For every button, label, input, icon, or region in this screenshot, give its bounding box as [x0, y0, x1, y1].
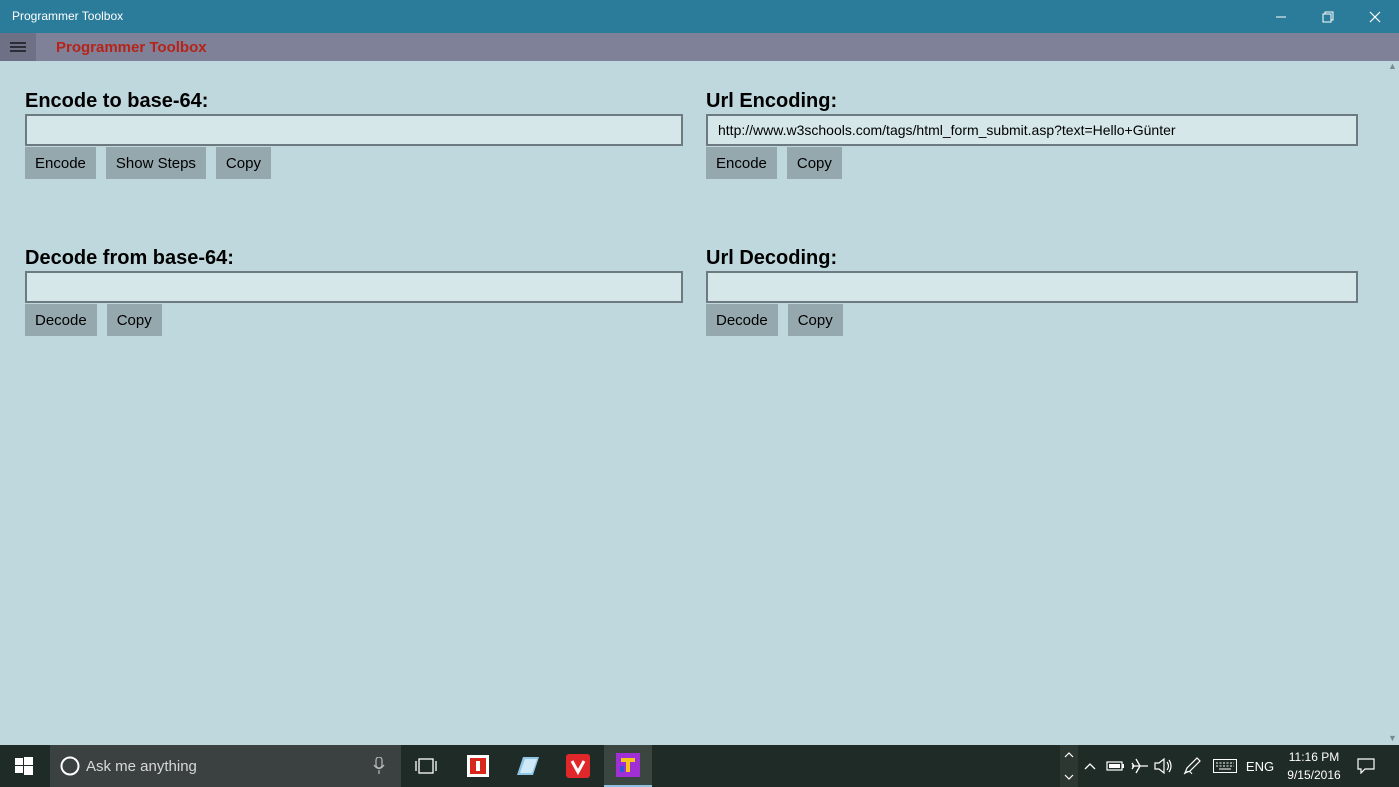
hamburger-menu-button[interactable] [0, 33, 36, 61]
url-encoding-copy-button[interactable]: Copy [786, 147, 842, 179]
encode-base64-input[interactable] [25, 114, 683, 146]
battery-icon [1106, 761, 1124, 771]
pen-tray[interactable] [1180, 745, 1204, 787]
main-content: Encode to base-64: Encode Show Steps Cop… [0, 61, 1386, 745]
app-title: Programmer Toolbox [56, 39, 207, 56]
scroll-down-icon[interactable]: ▼ [1388, 733, 1397, 743]
volume-icon [1154, 758, 1172, 774]
taskbar-app-programmer-toolbox[interactable] [604, 745, 652, 787]
url-encode-button[interactable]: Encode [706, 147, 777, 179]
encode-base64-buttons: Encode Show Steps Copy [25, 147, 683, 179]
encode-base64-button[interactable]: Encode [25, 147, 96, 179]
app-bar: Programmer Toolbox [0, 33, 1399, 61]
volume-tray[interactable] [1152, 745, 1176, 787]
taskbar-app-2[interactable] [504, 745, 552, 787]
chevron-updown-icon [1064, 752, 1074, 780]
pen-icon [1183, 757, 1201, 775]
url-decoding-buttons: Decode Copy [706, 304, 1358, 336]
notification-icon [1357, 758, 1375, 774]
minimize-icon [1275, 16, 1286, 17]
url-decode-button[interactable]: Decode [706, 304, 778, 336]
task-view-button[interactable] [402, 745, 450, 787]
action-center-button[interactable] [1352, 745, 1380, 787]
close-button[interactable] [1351, 0, 1398, 33]
url-encoding-heading: Url Encoding: [706, 90, 838, 112]
touch-keyboard-tray[interactable] [1210, 745, 1240, 787]
decode-base64-section: Decode from base-64: Decode Copy [25, 245, 683, 336]
minimize-button[interactable] [1257, 0, 1304, 33]
battery-tray[interactable] [1103, 745, 1127, 787]
scroll-up-icon[interactable]: ▲ [1388, 61, 1397, 71]
airplane-icon [1131, 758, 1148, 774]
encode-base64-section: Encode to base-64: Encode Show Steps Cop… [25, 88, 683, 179]
taskbar: Ask me anything ENG 11:16 PM 9/15/2016 [0, 745, 1399, 787]
show-steps-button[interactable]: Show Steps [105, 147, 206, 179]
task-view-icon [415, 758, 437, 774]
tray-scroll-button[interactable] [1060, 745, 1078, 787]
vertical-scrollbar[interactable]: ▲ ▼ [1386, 61, 1399, 745]
url-encoding-buttons: Encode Copy [706, 147, 1358, 179]
taskbar-app-vivaldi[interactable] [554, 745, 602, 787]
close-icon [1369, 11, 1380, 22]
hamburger-icon [10, 42, 26, 52]
app-red-i-icon [467, 755, 489, 777]
decode-base64-heading: Decode from base-64: [25, 247, 234, 269]
chevron-up-icon [1084, 763, 1096, 770]
airplane-mode-tray[interactable] [1128, 745, 1152, 787]
vivaldi-icon [566, 754, 590, 778]
language-indicator[interactable]: ENG [1244, 745, 1276, 787]
cortana-search-box[interactable]: Ask me anything [50, 745, 401, 787]
decode-base64-buttons: Decode Copy [25, 304, 683, 336]
microphone-icon[interactable] [373, 757, 385, 775]
restore-icon [1322, 11, 1333, 22]
window-title: Programmer Toolbox [12, 9, 124, 23]
url-encoding-section: Url Encoding: Encode Copy [706, 88, 1358, 179]
decode-base64-input[interactable] [25, 271, 683, 303]
cortana-icon [60, 756, 80, 776]
clock[interactable]: 11:16 PM 9/15/2016 [1276, 748, 1352, 784]
start-button[interactable] [0, 745, 48, 787]
taskbar-app-1[interactable] [454, 745, 502, 787]
url-decoding-input[interactable] [706, 271, 1358, 303]
decode-base64-copy-button[interactable]: Copy [106, 304, 162, 336]
keyboard-icon [1213, 759, 1237, 773]
app-notes-icon [517, 757, 539, 775]
url-encoding-input[interactable] [706, 114, 1358, 146]
windows-logo-icon [15, 757, 33, 775]
decode-base64-button[interactable]: Decode [25, 304, 97, 336]
encode-base64-copy-button[interactable]: Copy [215, 147, 271, 179]
url-decoding-copy-button[interactable]: Copy [787, 304, 843, 336]
title-bar: Programmer Toolbox [0, 0, 1399, 33]
url-decoding-heading: Url Decoding: [706, 247, 838, 269]
restore-button[interactable] [1304, 0, 1351, 33]
encode-base64-heading: Encode to base-64: [25, 90, 209, 112]
programmer-toolbox-icon [616, 753, 640, 777]
clock-date: 9/15/2016 [1287, 768, 1341, 782]
search-placeholder: Ask me anything [86, 758, 197, 775]
url-decoding-section: Url Decoding: Decode Copy [706, 245, 1358, 336]
clock-time: 11:16 PM [1288, 750, 1340, 764]
show-hidden-icons-button[interactable] [1080, 745, 1100, 787]
